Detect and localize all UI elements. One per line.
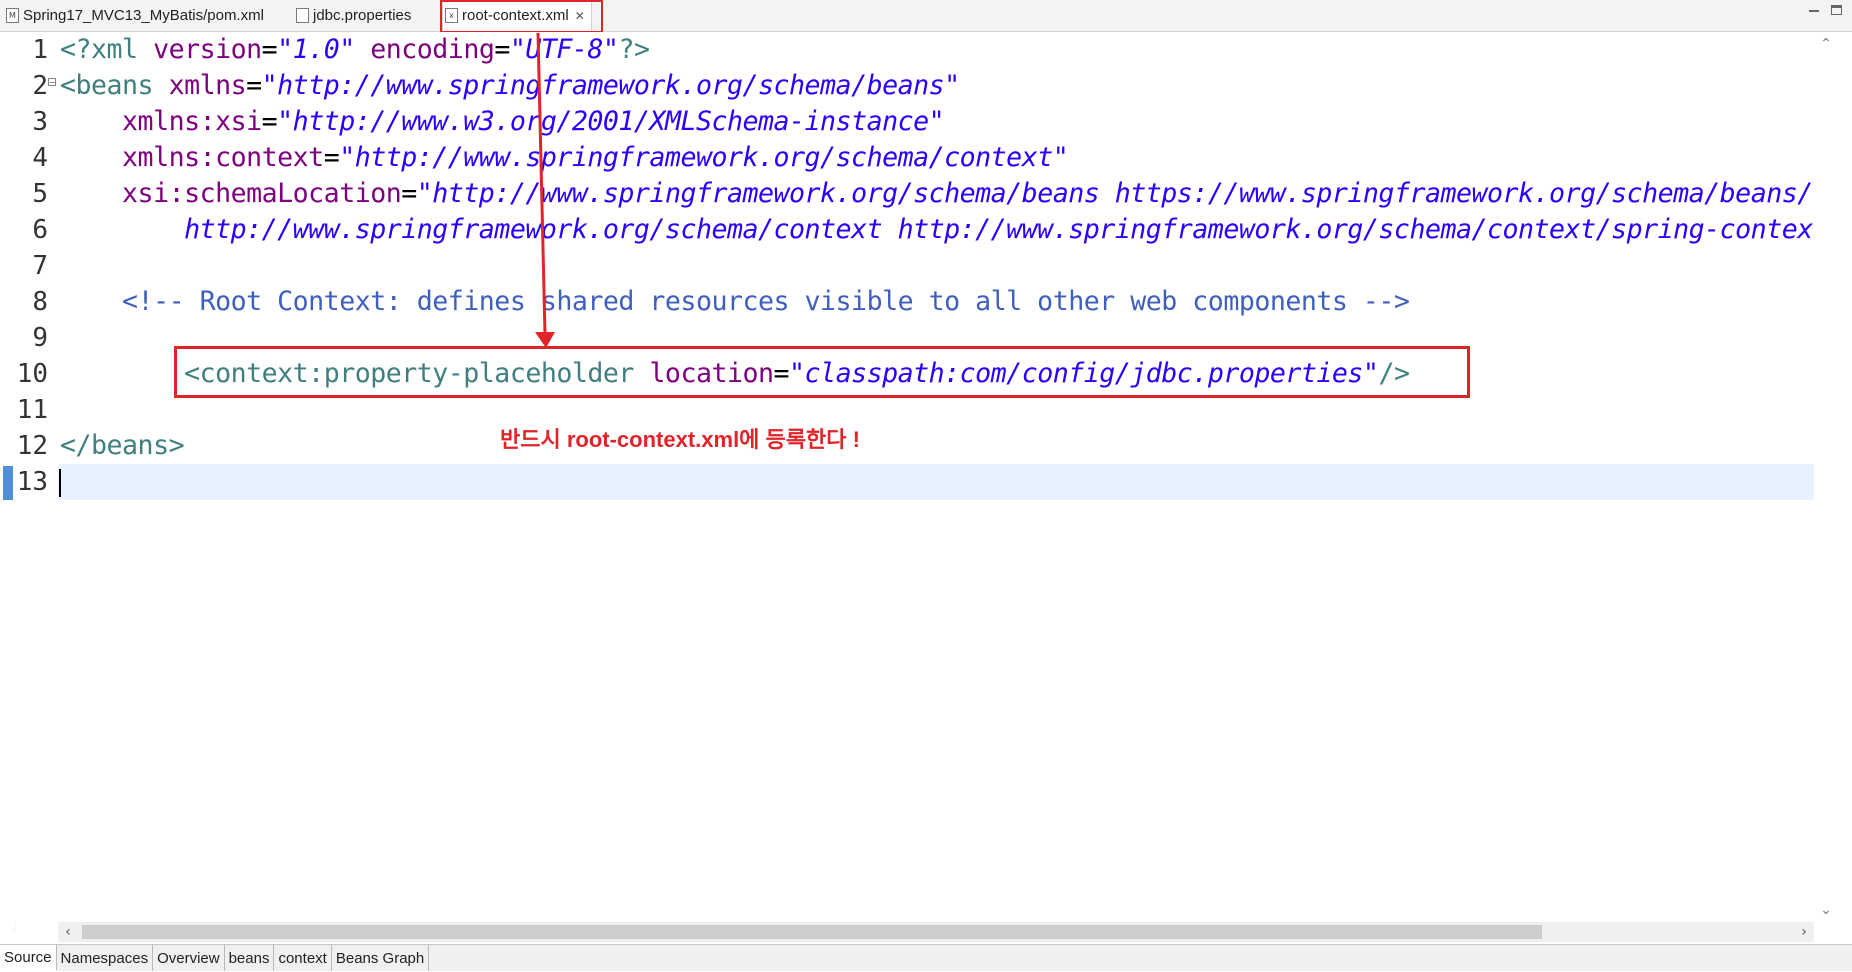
tab-label: root-context.xml <box>462 7 569 24</box>
scroll-down-icon[interactable]: ⌄ <box>1814 898 1838 922</box>
fold-toggle-icon[interactable]: − <box>48 78 56 87</box>
line-number: 9 <box>32 323 48 353</box>
tab-beans[interactable]: beans <box>225 945 275 971</box>
code-line-2: <beans xmlns="http://www.springframework… <box>60 70 960 101</box>
line-number: 13 <box>16 467 48 497</box>
current-line-highlight <box>58 464 1814 500</box>
annotation-note: 반드시 root-context.xml에 등록한다 ! <box>500 427 860 452</box>
tab-namespaces[interactable]: Namespaces <box>57 945 154 971</box>
tab-context[interactable]: context <box>274 945 332 971</box>
line-number: 2 <box>32 71 48 101</box>
window-controls <box>1807 4 1842 18</box>
minimize-icon[interactable] <box>1807 4 1821 18</box>
tab-label: jdbc.properties <box>313 7 412 24</box>
code-line-6: http://www.springframework.org/schema/co… <box>184 214 1814 245</box>
tab-pom-xml[interactable]: M Spring17_MVC13_MyBatis/pom.xml <box>6 0 264 31</box>
line-number: 4 <box>32 143 48 173</box>
text-caret <box>59 469 61 497</box>
tab-overview[interactable]: Overview <box>153 945 225 971</box>
scroll-up-icon[interactable]: ⌃ <box>1814 32 1838 56</box>
xml-file-icon: M <box>6 8 19 23</box>
line-number: 12 <box>16 431 48 461</box>
tab-source[interactable]: Source <box>0 945 57 971</box>
scroll-right-icon[interactable]: › <box>1794 922 1814 942</box>
line-number: 3 <box>32 107 48 137</box>
code-editor[interactable]: <?xml version="1.0" encoding="UTF-8"?> <… <box>58 32 1814 922</box>
vertical-scrollbar[interactable]: ⌃ ⌄ <box>1814 32 1838 922</box>
code-line-8: <!-- Root Context: defines shared resour… <box>122 286 1410 317</box>
scrollbar-thumb[interactable] <box>82 925 1542 939</box>
code-line-5: xsi:schemaLocation="http://www.springfra… <box>122 178 1814 209</box>
code-line-1: <?xml version="1.0" encoding="UTF-8"?> <box>60 34 650 65</box>
tab-jdbc-properties[interactable]: jdbc.properties <box>296 0 411 31</box>
tab-label: Spring17_MVC13_MyBatis/pom.xml <box>23 7 264 24</box>
properties-file-icon <box>296 8 309 23</box>
code-line-4: xmlns:context="http://www.springframewor… <box>122 142 1069 173</box>
line-number: 10 <box>16 359 48 389</box>
close-icon[interactable]: ✕ <box>575 9 585 23</box>
editor-page-tabs: Source Namespaces Overview beans context… <box>0 944 1852 971</box>
scroll-left-icon[interactable]: ‹ <box>58 922 78 942</box>
code-line-12: </beans> <box>60 430 185 461</box>
xml-file-icon: x <box>445 8 458 23</box>
code-line-3: xmlns:xsi="http://www.w3.org/2001/XMLSch… <box>122 106 945 137</box>
xml-editor-window: M Spring17_MVC13_MyBatis/pom.xml jdbc.pr… <box>0 0 1852 972</box>
current-line-marker <box>3 466 13 500</box>
line-number: 6 <box>32 215 48 245</box>
editor-tab-bar: M Spring17_MVC13_MyBatis/pom.xml jdbc.pr… <box>0 0 1852 32</box>
line-number-gutter: 1 2 3 4 5 6 7 8 9 10 11 12 13 − <box>14 32 56 922</box>
line-number: 5 <box>32 179 48 209</box>
tab-beans-graph[interactable]: Beans Graph <box>332 945 430 971</box>
line-number: 8 <box>32 287 48 317</box>
highlight-box-property-placeholder <box>174 346 1470 398</box>
line-number: 11 <box>16 395 48 425</box>
tab-root-context-xml[interactable]: x root-context.xml ✕ <box>442 0 592 31</box>
line-number: 1 <box>32 35 48 65</box>
maximize-icon[interactable] <box>1831 5 1842 15</box>
horizontal-scrollbar[interactable]: ‹ › <box>58 922 1814 942</box>
line-number: 7 <box>32 251 48 281</box>
